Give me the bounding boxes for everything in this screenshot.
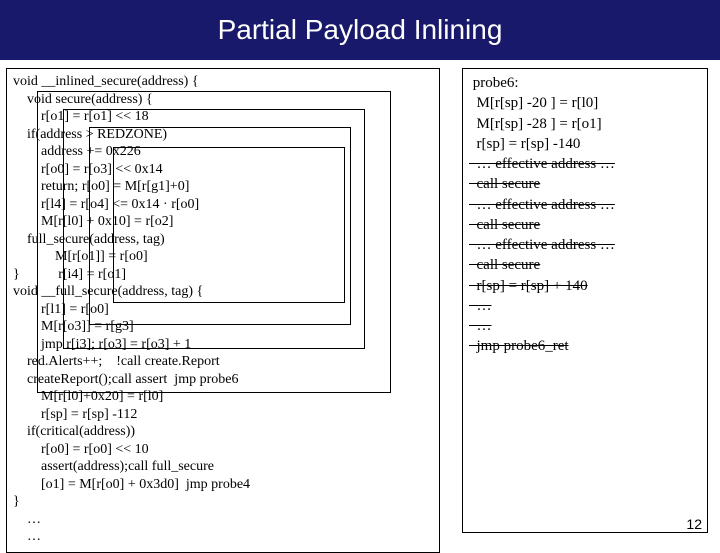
title-bar: Partial Payload Inlining: [0, 0, 720, 60]
probe-line-struck: …: [469, 296, 701, 316]
probe-line: probe6:: [469, 73, 701, 93]
probe-line: M[r[sp] -20 ] = r[l0]: [469, 93, 701, 113]
code-line: }: [13, 493, 433, 511]
code-line: r[o0] = r[o0] << 10: [13, 441, 433, 459]
probe-line-struck: r[sp] = r[sp] + 140: [469, 276, 701, 296]
probe-line-struck: call secure: [469, 255, 701, 275]
probe-line-struck: …: [469, 316, 701, 336]
code-line: [o1] = M[r[o0] + 0x3d0] jmp probe4: [13, 476, 433, 494]
code-line: …: [13, 511, 433, 529]
page-number: 12: [686, 516, 702, 532]
code-line: r[sp] = r[sp] -112: [13, 406, 433, 424]
probe-line: r[sp] = r[sp] -140: [469, 134, 701, 154]
overlay-box-4: [113, 147, 345, 303]
left-code-panel: void __inlined_secure(address) { void se…: [6, 68, 440, 553]
probe-line-struck: … effective address …: [469, 195, 701, 215]
probe-box: probe6: M[r[sp] -20 ] = r[l0] M[r[sp] -2…: [462, 68, 708, 533]
probe-line-struck: … effective address …: [469, 235, 701, 255]
probe-line-struck: call secure: [469, 215, 701, 235]
code-line: assert(address);call full_secure: [13, 458, 433, 476]
slide-content: void __inlined_secure(address) { void se…: [0, 60, 720, 540]
code-line: void __inlined_secure(address) {: [13, 73, 433, 91]
probe-line-struck: jmp probe6_ret: [469, 336, 701, 356]
slide-title: Partial Payload Inlining: [218, 14, 503, 46]
probe-line-struck: … effective address …: [469, 154, 701, 174]
code-line: …: [13, 528, 433, 546]
probe-line-struck: call secure: [469, 174, 701, 194]
code-line: if(critical(address)): [13, 423, 433, 441]
probe-line: M[r[sp] -28 ] = r[o1]: [469, 114, 701, 134]
